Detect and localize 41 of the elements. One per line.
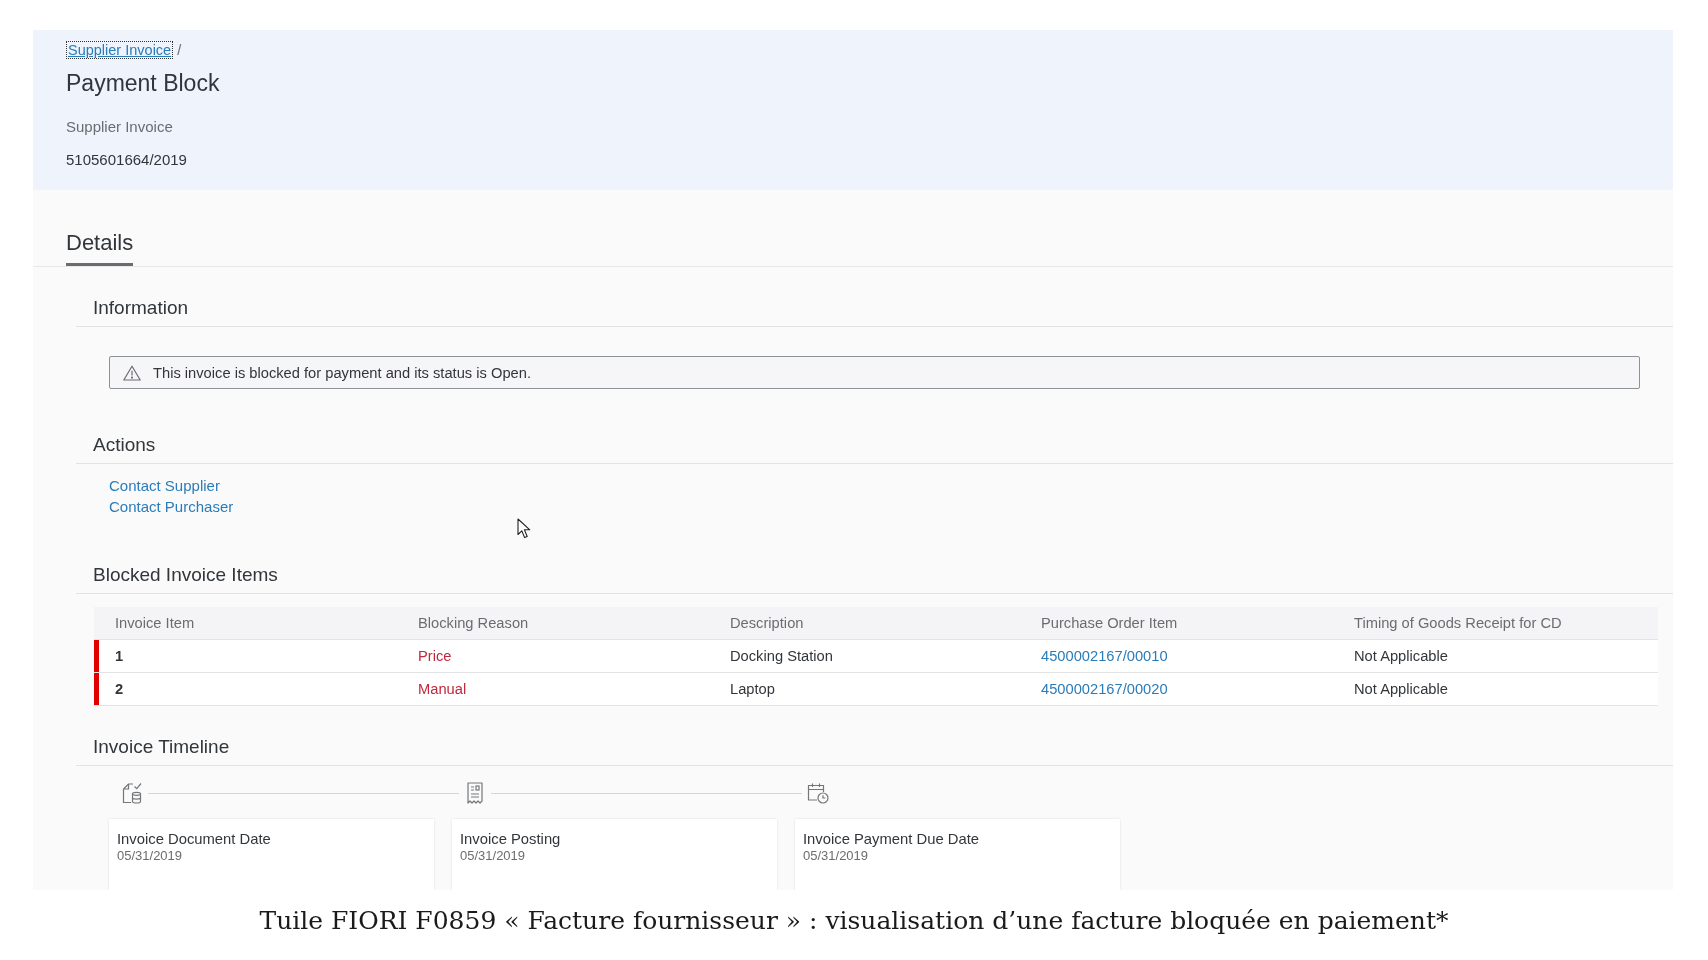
column-header: Invoice Item (115, 615, 195, 631)
field-value: 5105601664/2019 (66, 151, 187, 169)
figure-caption: Tuile FIORI F0859 « Facture fournisseur » : visualisation d’une facture bloquée en paiement* (259, 906, 1449, 936)
table-cell: 1 (115, 648, 124, 664)
message-text: This invoice is blocked for payment and its status is Open. (153, 364, 531, 381)
mouse-pointer-icon (517, 518, 531, 539)
section-title: Blocked Invoice Items (93, 564, 278, 585)
table-cell: Docking Station (730, 648, 833, 664)
calendar-clock-icon (806, 781, 830, 805)
document-check-icon (120, 781, 144, 805)
table-cell: 2 (115, 681, 124, 697)
table-cell: Not Applicable (1354, 648, 1448, 664)
warning-icon (123, 364, 141, 381)
event-label: Invoice Document Date (117, 830, 271, 848)
section-title: Information (93, 297, 189, 318)
column-header: Description (730, 615, 804, 631)
event-date: 05/31/2019 (460, 848, 526, 863)
event-date: 05/31/2019 (117, 848, 183, 863)
status-text: Price (418, 648, 452, 664)
page-title: Payment Block (66, 70, 221, 96)
event-label: Invoice Posting (460, 830, 561, 848)
table-link[interactable]: 4500002167/00010 (1041, 648, 1168, 664)
event-date: 05/31/2019 (803, 848, 869, 863)
breadcrumb-separator: / (177, 42, 182, 58)
section-tab[interactable]: Details (66, 230, 134, 266)
table-cell: Laptop (730, 681, 775, 697)
action-link[interactable]: Contact Supplier (109, 475, 220, 496)
field-label: Supplier Invoice (66, 118, 173, 136)
table-cell: Not Applicable (1354, 681, 1448, 697)
breadcrumb-link[interactable]: Supplier Invoice (66, 41, 174, 59)
table-row[interactable]: 1 Price Docking Station 4500002167/00010 Not Applicable (94, 640, 1658, 673)
column-header: Blocking Reason (418, 615, 529, 631)
column-header: Timing of Goods Receipt for CD (1354, 615, 1562, 631)
action-link[interactable]: Contact Purchaser (109, 496, 234, 517)
table-row[interactable]: 2 Manual Laptop 4500002167/00020 Not Applicable (94, 673, 1658, 706)
status-text: Manual (418, 681, 467, 697)
table-link[interactable]: 4500002167/00020 (1041, 681, 1168, 697)
column-header: Purchase Order Item (1041, 615, 1178, 631)
event-label: Invoice Payment Due Date (803, 830, 979, 848)
section-title: Invoice Timeline (93, 736, 230, 757)
section-title: Actions (93, 434, 156, 455)
